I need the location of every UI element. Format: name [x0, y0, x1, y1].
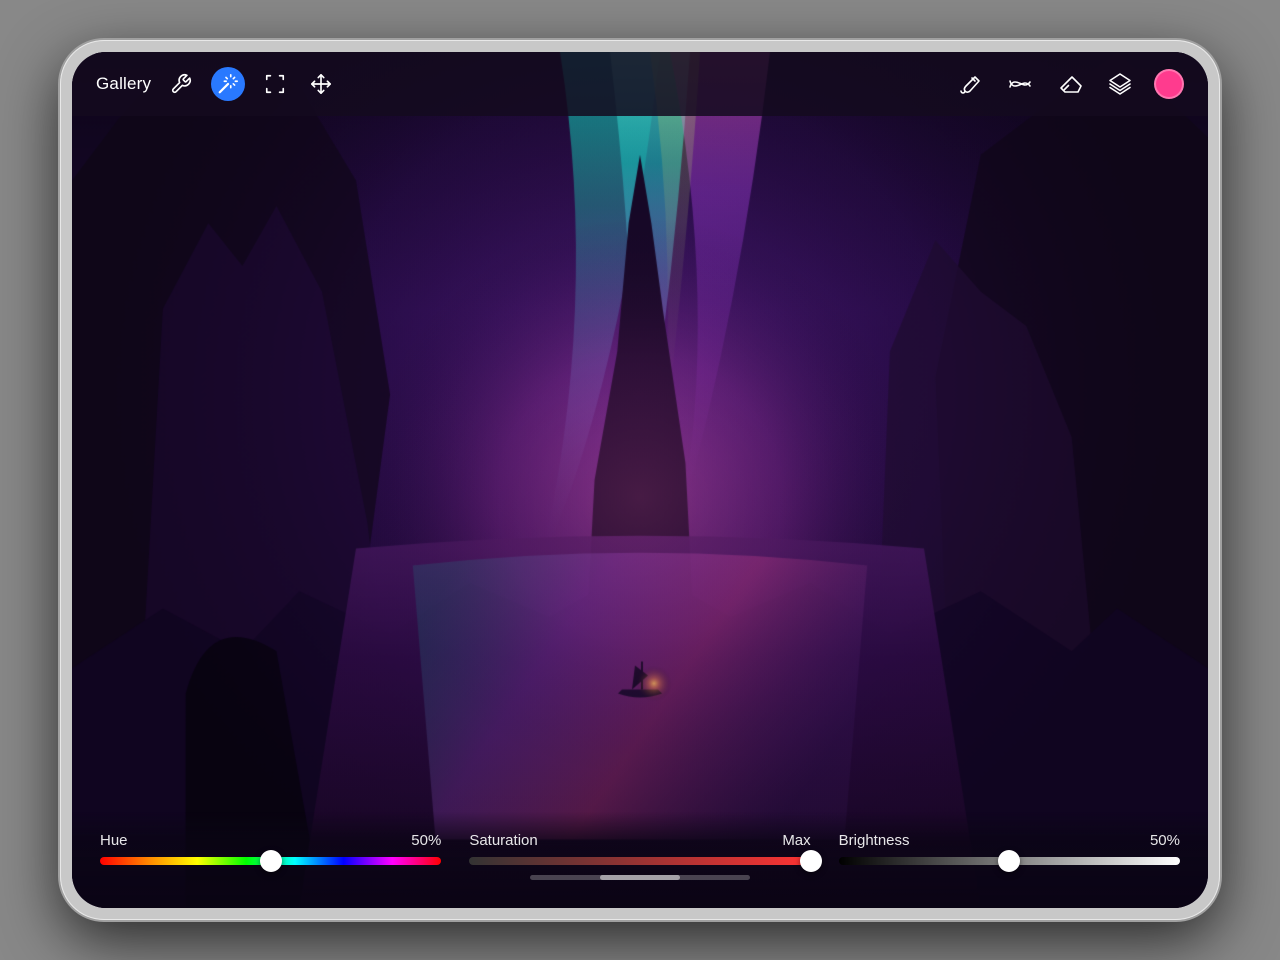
brightness-value: 50% — [1150, 832, 1180, 849]
sliders-row: Hue 50% Saturation Max — [100, 832, 1180, 865]
device-frame: Gallery — [60, 40, 1220, 920]
top-bar: Gallery — [72, 52, 1208, 116]
scroll-thumb — [600, 875, 680, 880]
scroll-bar — [530, 875, 750, 880]
top-bar-left: Gallery — [96, 67, 337, 101]
color-swatch[interactable] — [1154, 69, 1184, 99]
wrench-icon[interactable] — [165, 68, 197, 100]
transform-icon[interactable] — [305, 68, 337, 100]
eraser-icon[interactable] — [1054, 68, 1086, 100]
saturation-thumb[interactable] — [800, 850, 822, 872]
hue-slider-track[interactable] — [100, 857, 441, 865]
brightness-thumb[interactable] — [998, 850, 1020, 872]
saturation-slider-group: Saturation Max — [469, 832, 810, 865]
smudge-icon[interactable] — [1004, 68, 1036, 100]
brush-icon[interactable] — [954, 68, 986, 100]
hue-value: 50% — [411, 832, 441, 849]
top-bar-right — [954, 68, 1184, 100]
saturation-slider-header: Saturation Max — [469, 832, 810, 849]
hue-thumb[interactable] — [260, 850, 282, 872]
layers-icon[interactable] — [1104, 68, 1136, 100]
hue-label: Hue — [100, 832, 128, 849]
bottom-controls: Hue 50% Saturation Max — [72, 812, 1208, 908]
brightness-slider-header: Brightness 50% — [839, 832, 1180, 849]
scroll-indicator — [100, 875, 1180, 880]
brightness-slider-group: Brightness 50% — [839, 832, 1180, 865]
screen: Gallery — [72, 52, 1208, 908]
selection-icon[interactable] — [259, 68, 291, 100]
magic-wand-icon[interactable] — [211, 67, 245, 101]
hue-slider-header: Hue 50% — [100, 832, 441, 849]
artwork-canvas — [72, 52, 1208, 908]
hue-slider-group: Hue 50% — [100, 832, 441, 865]
brightness-slider-track[interactable] — [839, 857, 1180, 865]
saturation-label: Saturation — [469, 832, 537, 849]
saturation-value: Max — [782, 832, 810, 849]
saturation-slider-track[interactable] — [469, 857, 810, 865]
brightness-label: Brightness — [839, 832, 910, 849]
sat-track-fill — [469, 857, 810, 865]
gallery-button[interactable]: Gallery — [96, 74, 151, 94]
